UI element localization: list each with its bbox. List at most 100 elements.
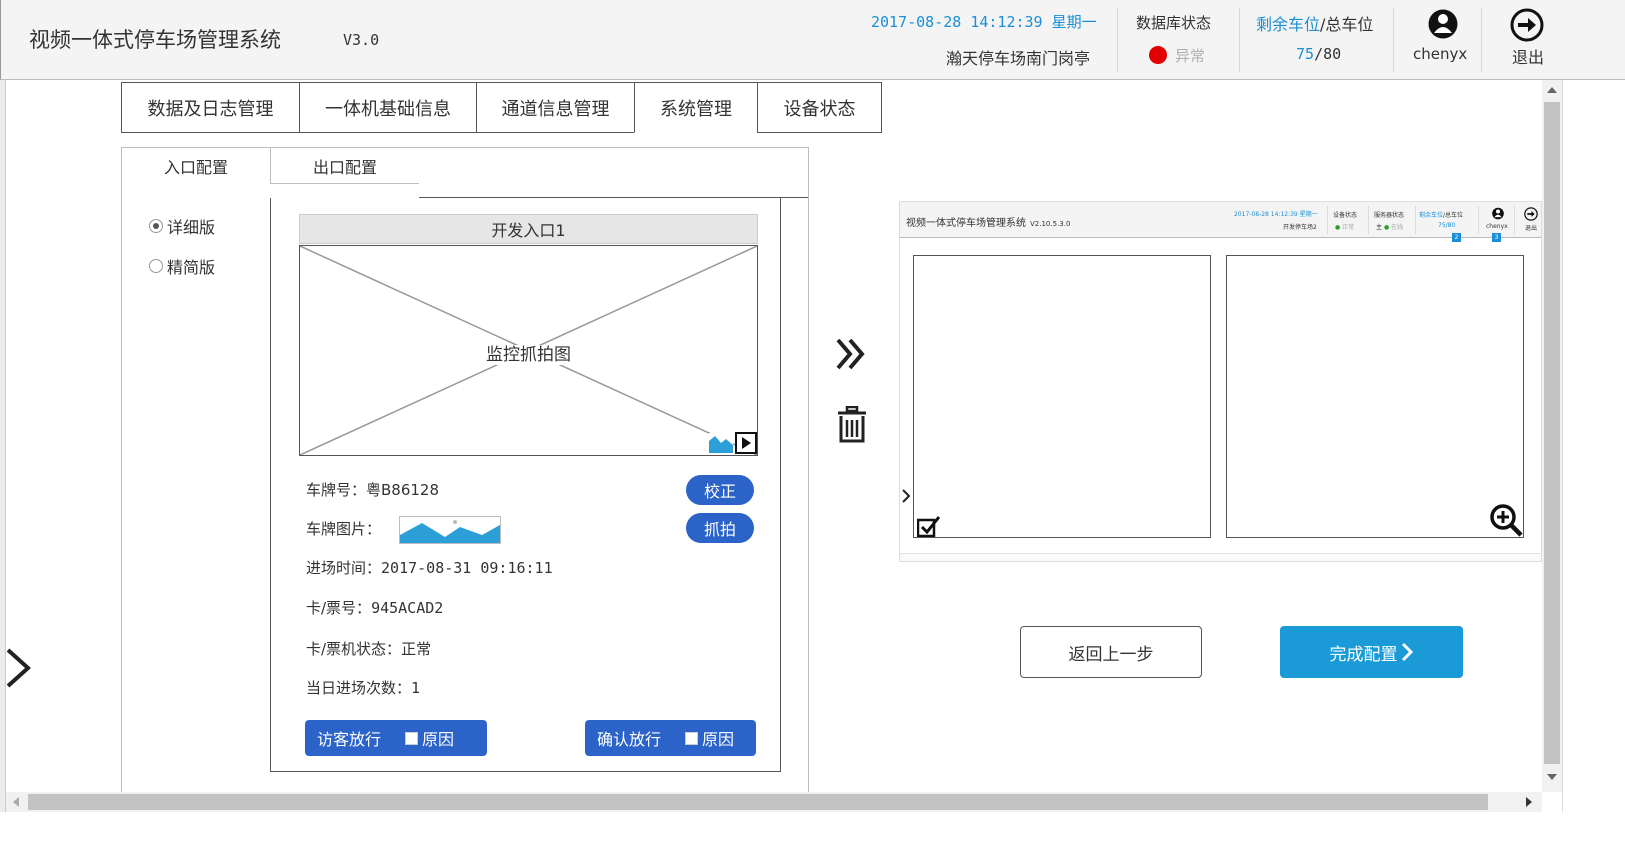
plate-number-row: 车牌号：粤B86128	[306, 479, 439, 500]
confirm-release-button[interactable]: 确认放行 原因	[585, 720, 756, 756]
header-divider	[1117, 8, 1118, 72]
preview-title: 视频一体式停车场管理系统 V2.10.5.3.0	[906, 214, 1070, 229]
scroll-left-arrow-icon[interactable]	[13, 797, 19, 807]
card-status-value: 正常	[401, 640, 432, 658]
subtab-entrance-config[interactable]: 入口配置	[122, 148, 270, 184]
reason-label: 原因	[702, 730, 735, 749]
back-button[interactable]: 返回上一步	[1020, 626, 1202, 678]
tab-channel-info[interactable]: 通道信息管理	[476, 82, 634, 133]
preview-badge: 2	[1452, 233, 1461, 242]
preview-spaces-remaining-label: 剩余车位	[1419, 212, 1444, 219]
preview-datetime: 2017-08-28 14:12:39 星期一	[1234, 211, 1318, 218]
preview-logout-icon	[1524, 207, 1538, 221]
app-header: 视频一体式停车场管理系统 V3.0 2017-08-28 14:12:39 星期…	[0, 0, 1625, 80]
app-version: V3.0	[343, 31, 380, 49]
preview-scrollbar[interactable]	[900, 553, 1541, 561]
divider	[1478, 206, 1479, 234]
camera-placeholder-label: 监控抓拍图	[482, 345, 575, 365]
preview-user-name: chenyx	[1486, 223, 1508, 230]
visitor-release-label: 访客放行	[317, 730, 382, 749]
correct-button[interactable]: 校正	[686, 475, 754, 505]
visitor-release-button[interactable]: 访客放行 原因	[305, 720, 487, 756]
trash-icon[interactable]	[836, 406, 868, 444]
user-icon[interactable]	[1428, 8, 1458, 40]
spaces-count: 75/80	[1296, 45, 1341, 63]
daily-count-label: 当日进场次数：	[306, 679, 412, 697]
expand-sidebar-chevron-icon[interactable]	[4, 646, 34, 690]
card-label: 卡/票号：	[306, 599, 372, 617]
divider	[1368, 206, 1369, 234]
radio-button[interactable]	[149, 219, 163, 233]
daily-count-row: 当日进场次数：1	[306, 677, 420, 698]
preview-version: V2.10.5.3.0	[1030, 220, 1071, 228]
scroll-right-arrow-icon[interactable]	[1526, 797, 1532, 807]
spaces-remaining: 75	[1296, 45, 1315, 63]
zoom-in-icon[interactable]	[1489, 503, 1523, 537]
window-edge	[1562, 80, 1625, 848]
datetime-display: 2017-08-28 14:12:39 星期一	[871, 11, 1097, 32]
preview-spaces-value: 75/80	[1438, 222, 1456, 229]
image-icon[interactable]	[709, 433, 733, 453]
divider	[1327, 206, 1328, 234]
config-panel: 入口配置 出口配置 详细版 精简版 开发入口1 监控抓拍图 车牌号：粤B8612…	[121, 147, 809, 795]
weekday: 星期一	[1051, 13, 1097, 31]
entry-time-row: 进场时间：2017-08-31 09:16:11	[306, 557, 553, 578]
preview-left-pane	[913, 255, 1211, 538]
finish-config-button[interactable]: 完成配置	[1280, 626, 1463, 678]
tab-data-log[interactable]: 数据及日志管理	[121, 82, 299, 133]
preview-server-status: 主 ● 在线	[1376, 224, 1404, 231]
logout-arrow-icon[interactable]	[1510, 8, 1544, 42]
preview-title-text: 视频一体式停车场管理系统	[906, 218, 1026, 229]
preview-logout-label: 退出	[1525, 225, 1538, 232]
subtab-exit-config[interactable]: 出口配置	[270, 148, 419, 184]
plate-image[interactable]	[399, 516, 501, 544]
card-number-row: 卡/票号：945ACAD2	[306, 597, 443, 618]
entry-time-value: 2017-08-31 09:16:11	[381, 559, 553, 577]
chevron-right-icon	[1401, 642, 1413, 662]
vertical-scroll-thumb[interactable]	[1544, 102, 1560, 764]
tab-device-basic-info[interactable]: 一体机基础信息	[299, 82, 476, 133]
camera-snapshot: 监控抓拍图	[299, 245, 758, 456]
double-chevron-right-icon[interactable]	[834, 336, 868, 372]
confirm-release-label: 确认放行	[597, 730, 662, 749]
reason-checkbox[interactable]	[685, 731, 699, 745]
header-divider	[1481, 8, 1482, 72]
daily-count-value: 1	[411, 679, 421, 697]
preview-location: 开发停车场2	[1283, 224, 1317, 231]
spaces-label: 剩余车位/总车位	[1256, 11, 1373, 35]
preview-device-status: ● 正常	[1335, 224, 1355, 231]
header-divider	[1393, 8, 1394, 72]
preview-header: 视频一体式停车场管理系统 V2.10.5.3.0 2017-08-28 14:12…	[900, 202, 1541, 242]
entry-time-label: 进场时间：	[306, 559, 382, 577]
play-video-icon[interactable]	[735, 432, 757, 454]
tab-device-status[interactable]: 设备状态	[757, 82, 882, 133]
preview-chevron-right-icon[interactable]	[901, 488, 911, 504]
user-name[interactable]: chenyx	[1413, 45, 1467, 63]
capture-button[interactable]: 抓拍	[686, 513, 754, 543]
radio-button[interactable]	[149, 259, 163, 273]
spaces-total-label: /总车位	[1320, 15, 1374, 34]
vertical-scrollbar[interactable]	[1542, 80, 1562, 792]
horizontal-scrollbar[interactable]	[6, 792, 1542, 812]
tab-system-management[interactable]: 系统管理	[634, 82, 757, 133]
window-edge	[0, 812, 1625, 848]
preview-server-status-label: 服务器状态	[1374, 212, 1405, 219]
preview-badge: 3	[1492, 233, 1501, 242]
checkbox-checked-icon[interactable]	[917, 515, 941, 537]
db-status-indicator	[1149, 46, 1167, 64]
spaces-remaining-label: 剩余车位	[1256, 15, 1321, 34]
preview-server-main: 主	[1376, 224, 1383, 231]
reason-checkbox[interactable]	[405, 731, 419, 745]
horizontal-scroll-thumb[interactable]	[28, 794, 1488, 810]
plate-label: 车牌号：	[306, 481, 367, 499]
left-frame-edge	[0, 80, 6, 848]
datetime-value: 2017-08-28 14:12:39	[871, 13, 1043, 31]
logout-button[interactable]: 退出	[1512, 44, 1544, 68]
card-status-row: 卡/票机状态：正常	[306, 638, 431, 659]
scroll-up-arrow-icon[interactable]	[1547, 87, 1557, 93]
radio-detailed[interactable]: 详细版	[149, 214, 215, 238]
radio-simple[interactable]: 精简版	[149, 254, 215, 278]
radio-label: 精简版	[167, 258, 216, 277]
finish-config-label: 完成配置	[1329, 644, 1398, 665]
scroll-down-arrow-icon[interactable]	[1547, 774, 1557, 780]
